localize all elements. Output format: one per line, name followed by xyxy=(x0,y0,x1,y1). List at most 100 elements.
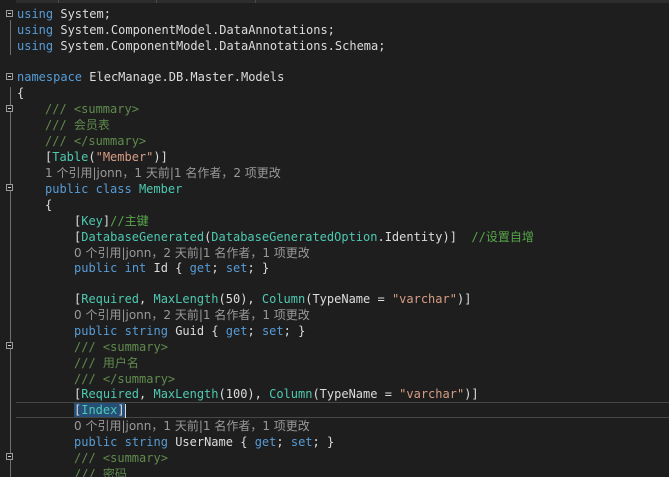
code-line-class-declaration[interactable]: public class Member xyxy=(45,181,182,197)
brace: { xyxy=(211,324,219,338)
attribute-name: Column xyxy=(261,292,306,306)
code-line-namespace[interactable]: namespace ElecManage.DB.Master.Models xyxy=(17,69,284,85)
code-line-doc-comment[interactable]: /// <summary> xyxy=(45,101,139,117)
code-line-doc-comment[interactable]: /// <summary> xyxy=(74,339,168,355)
code-line-attribute[interactable]: [Required, MaxLength(100), Column(TypeNa… xyxy=(74,386,479,402)
tab-edge xyxy=(58,0,59,3)
codelens-changes[interactable]: 1 名作者，1 项更改 xyxy=(203,308,310,322)
enum-member: .Identity)] xyxy=(377,230,457,244)
attribute-name: MaxLength xyxy=(153,387,219,401)
semicolon: ; xyxy=(247,324,255,338)
keyword: string xyxy=(124,435,168,449)
outlining-margin xyxy=(0,0,16,477)
attribute-name: Index xyxy=(81,403,118,417)
bracket: )] xyxy=(456,292,472,306)
text-caret xyxy=(124,403,126,418)
codelens-references[interactable]: 1 个引用 xyxy=(45,166,92,180)
string-literal: "Member" xyxy=(95,150,154,164)
document-tab-strip[interactable] xyxy=(0,0,669,3)
collapse-class-toggle[interactable] xyxy=(6,184,13,191)
code-editor[interactable]: using System; using System.ComponentMode… xyxy=(0,0,669,477)
brace: } xyxy=(298,324,306,338)
code-line-attribute[interactable]: [Table("Member")] xyxy=(45,149,168,165)
string-literal: "varchar" xyxy=(399,387,465,401)
bracket: )] xyxy=(464,387,479,401)
comma: , xyxy=(139,387,154,401)
keyword: int xyxy=(124,261,147,275)
code-line-using[interactable]: using System.ComponentModel.DataAnnotati… xyxy=(17,22,335,38)
comma: , xyxy=(247,292,262,306)
code-line-property[interactable]: public int Id { get; set; } xyxy=(74,260,269,276)
property-name: UserName xyxy=(175,435,233,449)
tab-edge xyxy=(255,0,256,3)
open-brace: { xyxy=(17,86,25,100)
brace: { xyxy=(175,261,183,275)
code-line-brace[interactable]: { xyxy=(45,197,52,213)
keyword: namespace xyxy=(17,70,83,84)
property-name: Guid xyxy=(175,324,205,338)
code-line-brace[interactable]: { xyxy=(17,85,24,101)
fold-guide xyxy=(10,355,11,387)
code-line-doc-comment[interactable]: /// 密码 xyxy=(74,466,127,477)
line-comment: //主键 xyxy=(110,214,149,228)
tab-edge xyxy=(156,0,157,3)
doc-comment: /// </summary> xyxy=(74,372,176,386)
attribute-name: MaxLength xyxy=(153,292,219,306)
doc-comment: /// <summary> xyxy=(45,102,139,116)
keyword: set xyxy=(261,324,284,338)
code-line-doc-comment[interactable]: /// </summary> xyxy=(45,133,146,149)
collapse-summary-toggle[interactable] xyxy=(6,105,13,112)
code-line-property[interactable]: public string Guid { get; set; } xyxy=(74,323,305,339)
code-line-attribute[interactable]: [Key]//主键 xyxy=(74,213,149,229)
codelens-changes[interactable]: 1 名作者，1 项更改 xyxy=(203,246,310,260)
code-line-doc-comment[interactable]: /// 会员表 xyxy=(45,117,110,133)
argument: (TypeName = xyxy=(305,292,392,306)
keyword: set xyxy=(225,261,248,275)
codelens-references[interactable]: 0 个引用 xyxy=(74,246,121,260)
open-brace: { xyxy=(45,198,53,212)
namespace-ref: System; xyxy=(60,7,111,21)
attribute-name: Required xyxy=(81,292,140,306)
codelens-author[interactable]: jonn，1 天前 xyxy=(97,166,170,180)
code-line-doc-comment[interactable]: /// </summary> xyxy=(74,371,175,387)
collapse-usings-toggle[interactable] xyxy=(6,10,13,17)
collapse-namespace-toggle[interactable] xyxy=(6,73,13,80)
keyword: get xyxy=(189,261,212,275)
keyword: using xyxy=(17,39,54,53)
argument: (100) xyxy=(218,387,255,401)
code-line-using[interactable]: using System; xyxy=(17,6,111,22)
codelens-author[interactable]: jonn，1 天前 xyxy=(126,419,199,433)
codelens-author[interactable]: jonn，2 天前 xyxy=(126,308,199,322)
keyword: string xyxy=(124,324,168,338)
code-line-doc-comment[interactable]: /// 用户名 xyxy=(74,355,139,371)
codelens-username: 0 个引用|jonn，1 天前|1 名作者，1 项更改 xyxy=(74,418,310,434)
codelens-author[interactable]: jonn，2 天前 xyxy=(126,246,199,260)
keyword: class xyxy=(95,182,132,196)
code-line-attribute-current[interactable]: [Index] xyxy=(74,402,126,418)
doc-comment: /// 会员表 xyxy=(45,118,110,132)
semicolon: ; xyxy=(247,261,255,275)
semicolon: ; xyxy=(211,261,219,275)
keyword: public xyxy=(74,261,118,275)
bracket: )] xyxy=(153,150,168,164)
doc-comment: /// 密码 xyxy=(74,467,127,477)
codelens-changes[interactable]: 1 名作者，2 项更改 xyxy=(174,166,281,180)
keyword: public xyxy=(45,182,89,196)
code-line-attribute[interactable]: [Required, MaxLength(50), Column(TypeNam… xyxy=(74,291,471,307)
collapse-summary-toggle[interactable] xyxy=(6,453,13,460)
codelens-changes[interactable]: 1 名作者，1 项更改 xyxy=(203,419,310,433)
collapse-summary-toggle[interactable] xyxy=(6,342,13,349)
attribute-name: Required xyxy=(81,387,140,401)
doc-comment: /// <summary> xyxy=(74,340,168,354)
code-line-attribute[interactable]: [DatabaseGenerated(DatabaseGeneratedOpti… xyxy=(74,229,534,245)
codelens-references[interactable]: 0 个引用 xyxy=(74,308,121,322)
line-comment: //设置自增 xyxy=(471,230,534,244)
code-line-using[interactable]: using System.ComponentModel.DataAnnotati… xyxy=(17,38,385,54)
enum-type: DatabaseGeneratedOption xyxy=(211,230,378,244)
code-line-doc-comment[interactable]: /// <summary> xyxy=(74,450,168,466)
keyword: public xyxy=(74,324,118,338)
codelens-references[interactable]: 0 个引用 xyxy=(74,419,121,433)
namespace-ref: System.ComponentModel.DataAnnotations; xyxy=(60,23,335,37)
bracket: ] xyxy=(117,403,125,417)
code-line-property[interactable]: public string UserName { get; set; } xyxy=(74,434,334,450)
